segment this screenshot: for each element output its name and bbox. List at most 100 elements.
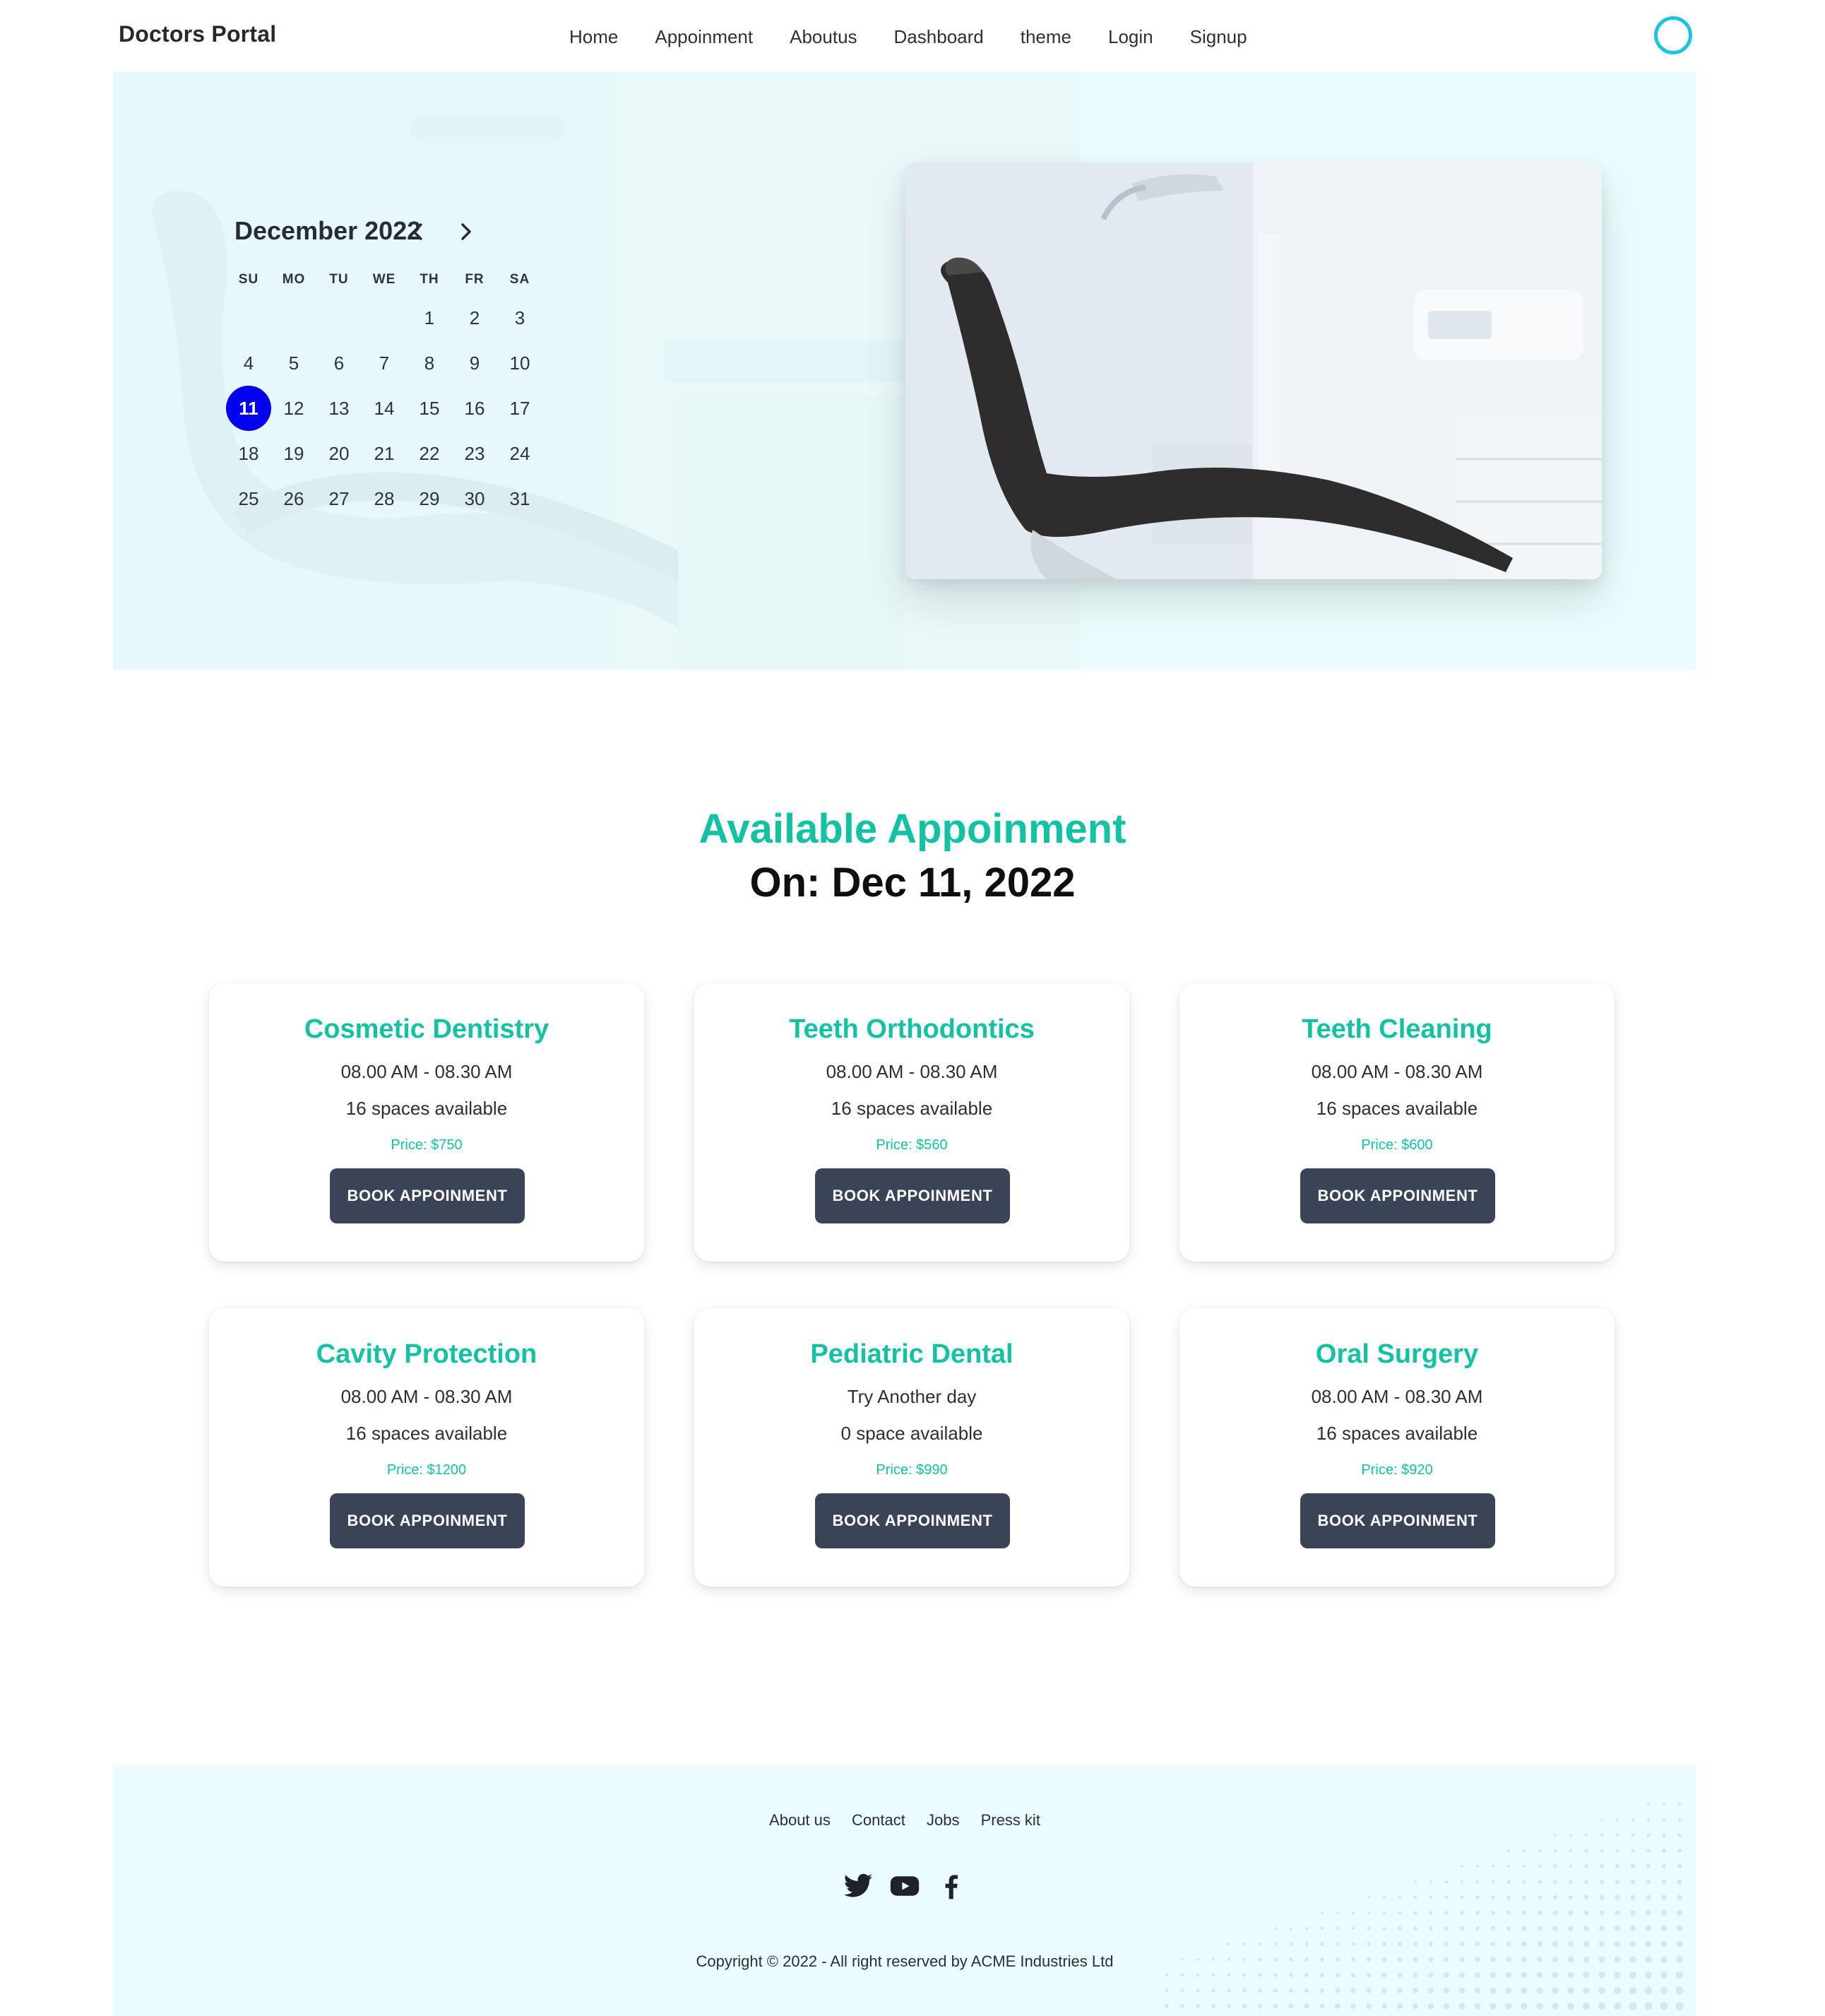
pattern-dot	[1629, 1925, 1636, 1932]
calendar-day[interactable]: 8	[407, 340, 452, 386]
nav-item-aboutus[interactable]: Aboutus	[771, 23, 875, 51]
pattern-dot	[1584, 1864, 1588, 1868]
book-appointment-button[interactable]: BOOK APPOINMENT	[330, 1493, 525, 1548]
pattern-dot	[1304, 1988, 1309, 1993]
available-appointment-heading: Available Appoinment	[699, 806, 1126, 852]
pattern-dot	[1350, 2003, 1356, 2009]
calendar-day[interactable]: 9	[452, 340, 497, 386]
calendar-day[interactable]: 23	[452, 431, 497, 476]
pattern-dot	[1381, 1988, 1387, 1993]
pattern-dot	[1319, 1972, 1325, 1978]
pattern-dot	[1397, 1972, 1403, 1978]
pattern-dot	[1273, 1973, 1278, 1977]
calendar-day-number: 5	[288, 352, 299, 374]
nav-item-home[interactable]: Home	[551, 23, 636, 51]
calendar-day[interactable]: 20	[316, 431, 362, 476]
footer-link-jobs[interactable]: Jobs	[927, 1811, 959, 1830]
book-appointment-button[interactable]: BOOK APPOINMENT	[1300, 1493, 1495, 1548]
calendar-weekday-label: TH	[420, 272, 439, 287]
calendar-day[interactable]: 31	[497, 476, 542, 521]
calendar-day[interactable]: 14	[362, 386, 407, 431]
pattern-dot	[1583, 1940, 1590, 1947]
pattern-dot	[1304, 2003, 1309, 2009]
calendar-day[interactable]: 17	[497, 386, 542, 431]
footer-link-press-kit[interactable]: Press kit	[981, 1811, 1040, 1830]
dental-chair-photo	[905, 162, 1602, 579]
pattern-dot	[1336, 1911, 1340, 1915]
pattern-dot	[1242, 1988, 1247, 1993]
service-time: 08.00 AM - 08.30 AM	[826, 1061, 998, 1082]
calendar-empty-cell	[271, 295, 316, 340]
calendar-day[interactable]: 24	[497, 431, 542, 476]
service-spaces: 0 space available	[840, 1423, 983, 1444]
calendar-day[interactable]: 12	[271, 386, 316, 431]
calendar-day-number: 27	[328, 488, 350, 509]
pattern-dot	[1584, 1849, 1588, 1853]
book-appointment-button[interactable]: BOOK APPOINMENT	[815, 1168, 1010, 1223]
service-spaces: 16 spaces available	[1316, 1423, 1478, 1444]
calendar-day[interactable]: 27	[316, 476, 362, 521]
pattern-dot	[1553, 1864, 1557, 1868]
twitter-icon[interactable]	[843, 1870, 874, 1902]
footer-link-contact[interactable]: Contact	[852, 1811, 905, 1830]
pattern-dot	[1645, 1940, 1652, 1947]
footer-link-about[interactable]: About us	[769, 1811, 831, 1830]
social-links	[113, 1870, 1696, 1902]
calendar-day[interactable]: 19	[271, 431, 316, 476]
service-card: Oral Surgery 08.00 AM - 08.30 AM 16 spac…	[1179, 1308, 1615, 1587]
calendar-day[interactable]: 2	[452, 295, 497, 340]
calendar-day[interactable]: 5	[271, 340, 316, 386]
calendar-day[interactable]: 25	[226, 476, 271, 521]
calendar-day[interactable]: 28	[362, 476, 407, 521]
service-price: Price: $600	[1361, 1137, 1433, 1153]
calendar-day[interactable]: 29	[407, 476, 452, 521]
nav-item-login[interactable]: Login	[1090, 23, 1172, 51]
calendar-day[interactable]: 16	[452, 386, 497, 431]
appointment-date-heading: On: Dec 11, 2022	[749, 860, 1076, 906]
calendar-day[interactable]: 15	[407, 386, 452, 431]
pattern-dot	[1459, 1941, 1465, 1947]
calendar-day[interactable]: 21	[362, 431, 407, 476]
calendar-day[interactable]: 10	[497, 340, 542, 386]
pattern-dot	[1289, 1942, 1293, 1946]
calendar-weekday-label: WE	[372, 272, 396, 287]
pattern-dot	[1646, 1802, 1651, 1806]
calendar-day-number: 17	[509, 398, 530, 419]
calendar-day[interactable]: 7	[362, 340, 407, 386]
nav-item-dashboard[interactable]: Dashboard	[876, 23, 1002, 51]
nav-item-appoinment[interactable]: Appoinment	[636, 23, 771, 51]
calendar-day[interactable]: 13	[316, 386, 362, 431]
facebook-icon[interactable]	[936, 1870, 967, 1902]
youtube-icon[interactable]	[889, 1870, 920, 1902]
nav-item-theme[interactable]: theme	[1002, 23, 1090, 51]
chevron-right-icon[interactable]	[450, 216, 481, 247]
calendar-day[interactable]: 26	[271, 476, 316, 521]
pattern-dot	[1475, 1972, 1480, 1978]
nav-item-signup[interactable]: Signup	[1172, 23, 1266, 51]
calendar-day[interactable]: 18	[226, 431, 271, 476]
calendar-day[interactable]: 1	[407, 295, 452, 340]
pattern-dot	[1644, 2002, 1653, 2010]
pattern-dot	[1413, 1988, 1418, 1993]
calendar-day[interactable]: 22	[407, 431, 452, 476]
calendar-day-selected[interactable]: 11	[226, 386, 271, 431]
pattern-dot	[1413, 1941, 1418, 1947]
pattern-dot	[1428, 1988, 1434, 1993]
pattern-dot	[1459, 1926, 1465, 1931]
pattern-dot	[1196, 1988, 1200, 1993]
calendar-day-number: 16	[464, 398, 485, 419]
brand-logo[interactable]: Doctors Portal	[119, 21, 276, 47]
pattern-dot	[1537, 1926, 1542, 1931]
calendar-day[interactable]: 6	[316, 340, 362, 386]
calendar-day[interactable]: 3	[497, 295, 542, 340]
service-time: 08.00 AM - 08.30 AM	[340, 1061, 513, 1082]
calendar-day[interactable]: 4	[226, 340, 271, 386]
book-appointment-button[interactable]: BOOK APPOINMENT	[815, 1493, 1010, 1548]
book-appointment-button[interactable]: BOOK APPOINMENT	[1300, 1168, 1495, 1223]
book-appointment-button[interactable]: BOOK APPOINMENT	[330, 1168, 525, 1223]
pattern-dot	[1614, 1940, 1621, 1947]
chevron-left-icon[interactable]	[403, 216, 434, 247]
pattern-dot	[1351, 1942, 1355, 1946]
calendar-day[interactable]: 30	[452, 476, 497, 521]
theme-toggle-icon[interactable]	[1654, 16, 1692, 54]
